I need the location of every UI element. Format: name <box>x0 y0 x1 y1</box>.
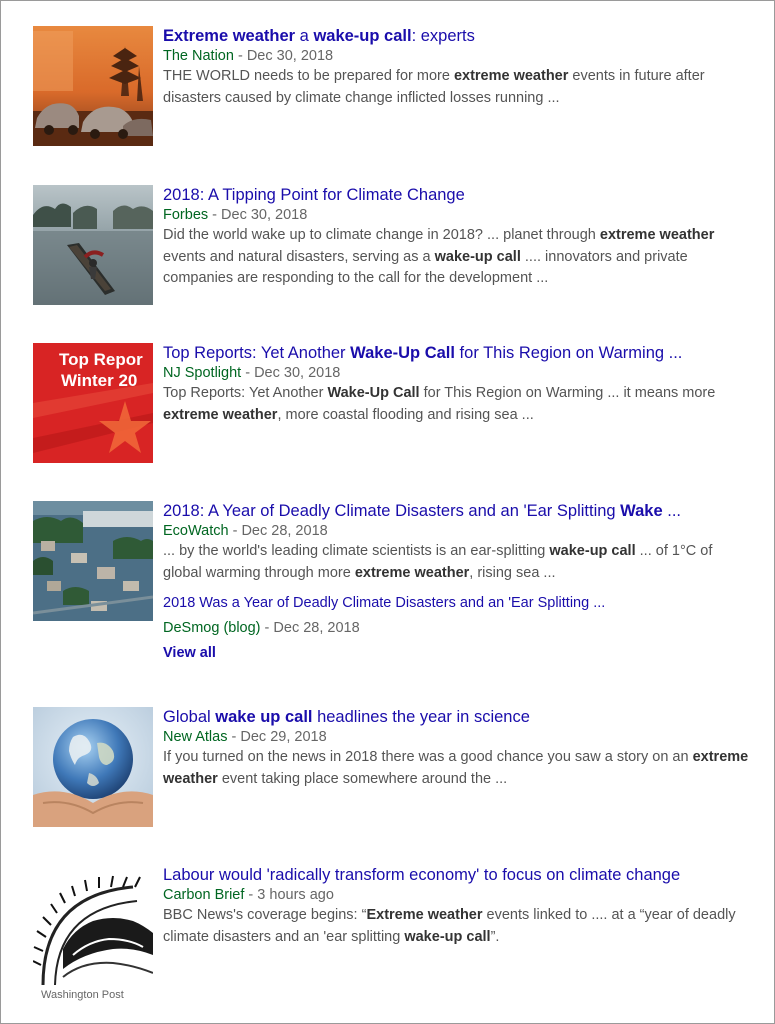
text-segment: BBC News's coverage begins: “ <box>163 907 367 923</box>
text-segment: ... <box>662 502 682 520</box>
text-segment: , rising sea ... <box>469 564 556 581</box>
highlighted-term: Extreme weather <box>163 27 296 45</box>
result-date: Dec 29, 2018 <box>240 729 327 745</box>
text-segment: Top Reports: Yet Another <box>163 385 328 401</box>
result-title-link[interactable]: Top Reports: Yet Another Wake-Up Call fo… <box>163 343 753 363</box>
highlighted-term: extreme weather <box>354 564 470 581</box>
result-date-separator: - <box>233 48 247 64</box>
text-segment: Labour would 'radically transform econom… <box>163 866 681 884</box>
result-date: Dec 30, 2018 <box>246 48 334 64</box>
highlighted-term: Wake-Up Call <box>327 385 420 401</box>
related-article-source: DeSmog (blog) <box>163 620 261 636</box>
result-source: Carbon Brief <box>163 887 245 903</box>
text-segment: Did the world wake up to climate change … <box>163 227 600 243</box>
result-date: 3 hours ago <box>257 887 334 903</box>
result-date-separator: - <box>241 365 255 381</box>
result-source: Forbes <box>163 207 209 223</box>
result-snippet: THE WORLD needs to be prepared for more … <box>163 66 753 109</box>
text-segment: 2018: A Year of Deadly Climate Disasters… <box>163 502 621 520</box>
result-source: EcoWatch <box>163 523 229 539</box>
top-reports-thumbnail[interactable]: Top Repor Winter 20 <box>33 343 153 463</box>
result-date: Dec 30, 2018 <box>221 207 308 223</box>
result-date: Dec 28, 2018 <box>241 523 328 539</box>
highlighted-term: Wake <box>620 502 663 520</box>
flooded-town-thumbnail[interactable] <box>33 501 153 621</box>
result-date: Dec 30, 2018 <box>254 365 341 381</box>
related-article-link[interactable]: 2018 Was a Year of Deadly Climate Disast… <box>163 593 753 613</box>
wildfire-thumbnail[interactable] <box>33 26 153 146</box>
text-segment: for This Region on Warming ... it means … <box>419 385 716 401</box>
text-segment: events and natural disasters, serving as… <box>163 248 435 265</box>
result-date-separator: - <box>228 523 242 539</box>
image-credit-caption: Washington Post <box>41 989 124 1001</box>
result-snippet: If you turned on the news in 2018 there … <box>163 747 753 790</box>
highlighted-term: wake-up call <box>404 928 491 945</box>
text-segment: ... by the world's leading climate scien… <box>163 543 550 559</box>
result-source: NJ Spotlight <box>163 365 242 381</box>
result-snippet: BBC News's coverage begins: “Extreme wea… <box>163 905 753 948</box>
result-date-separator: - <box>244 887 258 903</box>
text-segment: a <box>295 27 314 45</box>
result-date-separator: - <box>208 207 222 223</box>
result-title-link[interactable]: Labour would 'radically transform econom… <box>163 865 753 885</box>
highlighted-term: extreme weather <box>599 227 715 243</box>
thumb-text-line: Top Repor <box>59 350 143 369</box>
result-snippet: ... by the world's leading climate scien… <box>163 541 753 584</box>
result-source: The Nation <box>163 48 234 64</box>
highlighted-term: extreme weather <box>453 68 569 84</box>
news-results-panel: Extreme weather a wake-up call: experts … <box>0 0 775 1024</box>
text-segment: event taking place somewhere around the … <box>217 770 508 787</box>
result-meta: The Nation - Dec 30, 2018 <box>163 46 753 66</box>
result-title-link[interactable]: 2018: A Year of Deadly Climate Disasters… <box>163 501 753 521</box>
result-meta: Forbes - Dec 30, 2018 <box>163 205 753 225</box>
view-all-link[interactable]: View all <box>163 645 753 661</box>
flood-boat-thumbnail[interactable] <box>33 185 153 305</box>
text-segment: : experts <box>411 27 475 45</box>
thumb-text-line: Winter 20 <box>61 371 137 390</box>
highlighted-term: wake-up call <box>434 248 521 265</box>
result-snippet: Top Reports: Yet Another Wake-Up Call fo… <box>163 383 753 426</box>
highlighted-term: wake-up call <box>313 27 412 45</box>
text-segment: 2018: A Tipping Point for Climate Change <box>163 186 465 204</box>
highlighted-term: Wake-Up Call <box>350 344 455 362</box>
text-segment: THE WORLD needs to be prepared for more <box>163 68 454 84</box>
result-meta: EcoWatch - Dec 28, 2018 <box>163 521 753 541</box>
highlighted-term: extreme weather <box>163 406 278 423</box>
result-title-link[interactable]: Extreme weather a wake-up call: experts <box>163 26 753 46</box>
result-meta: Carbon Brief - 3 hours ago <box>163 885 753 905</box>
text-segment: for This Region on Warming ... <box>454 344 683 362</box>
result-date-separator: - <box>227 729 241 745</box>
text-segment: headlines the year in science <box>312 708 530 726</box>
text-segment: ”. <box>490 928 500 945</box>
highlighted-term: wake-up call <box>549 543 636 559</box>
text-segment: Top Reports: Yet Another <box>163 344 351 362</box>
globe-in-hands-thumbnail[interactable] <box>33 707 153 827</box>
related-article-date-separator: - <box>260 620 274 636</box>
text-segment: , more coastal flooding and rising sea .… <box>277 406 534 423</box>
result-title-link[interactable]: 2018: A Tipping Point for Climate Change <box>163 185 753 205</box>
result-meta: New Atlas - Dec 29, 2018 <box>163 727 753 747</box>
result-snippet: Did the world wake up to climate change … <box>163 225 753 290</box>
text-segment: If you turned on the news in 2018 there … <box>163 749 693 765</box>
related-article-meta: DeSmog (blog) - Dec 28, 2018 <box>163 618 753 638</box>
text-segment: Global <box>163 708 216 726</box>
result-source: New Atlas <box>163 729 228 745</box>
related-article-date: Dec 28, 2018 <box>273 620 360 636</box>
result-meta: NJ Spotlight - Dec 30, 2018 <box>163 363 753 383</box>
highlighted-term: Extreme weather <box>366 907 483 923</box>
sun-sketch-thumbnail[interactable] <box>33 865 153 985</box>
result-title-link[interactable]: Global wake up call headlines the year i… <box>163 707 753 727</box>
highlighted-term: wake up call <box>215 708 313 726</box>
